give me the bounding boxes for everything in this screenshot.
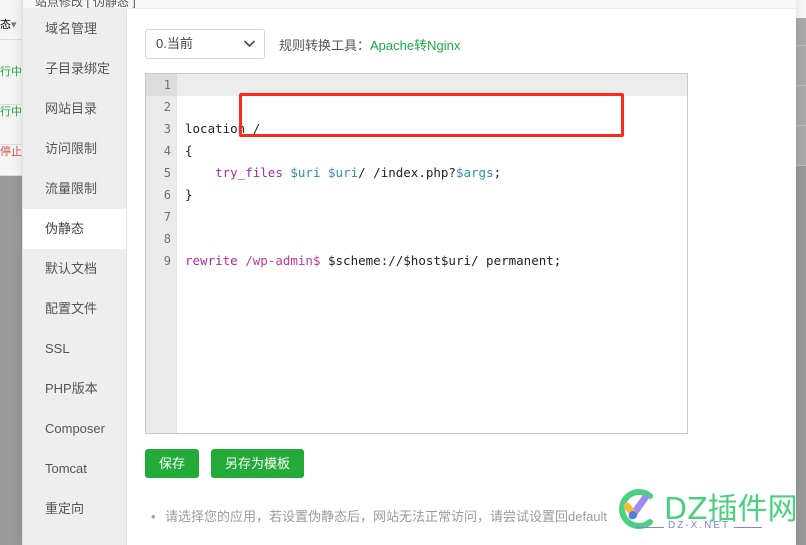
converter-label-text: 规则转换工具： (279, 37, 371, 53)
site-settings-dialog: 站点修改 [ 伪静态 ] 域名管理子目录绑定网站目录访问限制流量限制伪静态默认文… (22, 0, 796, 545)
code-line[interactable]: 6} (146, 184, 687, 206)
sidebar-item-9[interactable]: PHP版本 (23, 369, 126, 409)
code-token: $scheme://$host$uri/ permanent; (320, 253, 562, 268)
chevron-down-glyph (244, 40, 255, 47)
background-row-header-text: 态 (0, 19, 11, 31)
sidebar-item-label: 子目录绑定 (45, 61, 111, 76)
modal-backdrop-left (0, 176, 22, 545)
code-line[interactable]: 5 try_files $uri $uri/ /index.php?$args; (146, 162, 687, 184)
code-line[interactable]: 1 (146, 74, 687, 96)
sidebar-item-label: 重定向 (45, 501, 85, 516)
line-number: 8 (163, 232, 171, 246)
sidebar-item-6[interactable]: 默认文档 (23, 249, 126, 289)
sidebar-item-3[interactable]: 访问限制 (23, 129, 126, 169)
code-line[interactable]: 8 (146, 228, 687, 250)
status-text: 行中 (0, 66, 22, 78)
line-number: 7 (163, 210, 171, 224)
background-row-status: 行中 (0, 105, 22, 145)
code-line[interactable]: 3 location / (146, 118, 687, 140)
rule-preset-select[interactable]: 0.当前 (145, 29, 265, 59)
converter-label: 规则转换工具：Apache转Nginx (279, 35, 460, 54)
line-number: 2 (163, 100, 171, 114)
sidebar-item-10[interactable]: Composer (23, 409, 126, 449)
line-number: 1 (146, 74, 177, 96)
screen-root: 态▾ 行中 行中 停止 站点修改 [ 伪静态 ] 域名管理子目录绑定网站目录访问… (0, 0, 806, 545)
sidebar-item-label: Tomcat (45, 461, 87, 476)
sidebar-item-label: 域名管理 (45, 21, 98, 36)
code-token: / /index.php? (358, 165, 456, 180)
code-line-text: { (185, 140, 193, 162)
code-token: $uri (290, 165, 321, 180)
line-number: 5 (163, 166, 171, 180)
code-line[interactable]: 2 (146, 96, 687, 118)
backdrop-right-segment (795, 46, 806, 86)
sidebar-item-7[interactable]: 配置文件 (23, 289, 126, 329)
sidebar-item-label: 伪静态 (45, 221, 85, 236)
sidebar-item-label: SSL (45, 341, 70, 356)
status-text: 行中 (0, 106, 22, 118)
background-row-status: 行中 (0, 65, 22, 105)
sidebar-item-4[interactable]: 流量限制 (23, 169, 126, 209)
code-line[interactable]: 4{ (146, 140, 687, 162)
sidebar-item-label: 默认文档 (45, 261, 98, 276)
dialog-content: 0.当前 规则转换工具：Apache转Nginx 1 2 3 location /4{… (127, 9, 796, 545)
backdrop-right-segment (795, 86, 806, 126)
code-token: try_files (215, 165, 283, 180)
code-line[interactable]: 9 rewrite /wp-admin$ $scheme://$host$uri/… (146, 250, 687, 272)
code-token: /wp-admin$ (245, 253, 321, 268)
code-line[interactable]: 7 (146, 206, 687, 228)
backdrop-right-segment (795, 126, 806, 166)
dialog-sidebar: 域名管理子目录绑定网站目录访问限制流量限制伪静态默认文档配置文件 SSL PHP版本… (23, 9, 127, 545)
sidebar-item-label: 网站目录 (45, 101, 98, 116)
backdrop-right-segment (795, 18, 806, 46)
sidebar-item-1[interactable]: 子目录绑定 (23, 49, 126, 89)
sidebar-item-label: 访问限制 (45, 141, 98, 156)
line-number: 3 (163, 122, 171, 136)
sidebar-item-2[interactable]: 网站目录 (23, 89, 126, 129)
code-token: $uri (328, 165, 359, 180)
dialog-title: 站点修改 [ 伪静态 ] (23, 0, 796, 9)
code-token: rewrite (185, 253, 238, 268)
chevron-down-icon: ▾ (11, 19, 17, 31)
hint-item: 请选择您的应用，若设置伪静态后，网站无法正常访问，请尝试设置回default (149, 506, 769, 528)
background-row-header: 态▾ (0, 18, 22, 40)
sidebar-item-0[interactable]: 域名管理 (23, 9, 126, 49)
save-as-template-button[interactable]: 另存为模板 (211, 449, 305, 478)
editor-toolbar: 0.当前 规则转换工具：Apache转Nginx (145, 29, 460, 59)
sidebar-item-label: 配置文件 (45, 301, 98, 316)
code-line-text: } (185, 184, 193, 206)
code-token: $args (455, 165, 494, 180)
code-line-text: location / (185, 118, 260, 140)
sidebar-item-11[interactable]: Tomcat (23, 449, 126, 489)
line-number: 4 (163, 144, 171, 158)
editor-hints: 请选择您的应用，若设置伪静态后，网站无法正常访问，请尝试设置回default (149, 506, 769, 528)
background-row-status: 停止 (0, 145, 22, 176)
status-text: 停止 (0, 146, 22, 158)
save-button[interactable]: 保存 (145, 449, 200, 478)
code-line-text: try_files $uri $uri/ /index.php?$args; (185, 162, 501, 184)
chevron-down-icon (244, 30, 255, 58)
sidebar-item-5[interactable]: 伪静态 (23, 209, 126, 249)
pseudo-static-code-editor[interactable]: 1 2 3 location /4{5 try_files $uri $uri/ /i… (145, 73, 688, 434)
code-token: location / (185, 121, 261, 136)
backdrop-right-top (795, 0, 806, 18)
sidebar-item-12[interactable]: 重定向 (23, 489, 126, 529)
apache-to-nginx-link[interactable]: Apache转Nginx (370, 38, 460, 53)
rule-preset-select-value: 0.当前 (156, 36, 193, 51)
sidebar-item-label: Composer (45, 421, 105, 436)
code-token: { (185, 143, 193, 158)
sidebar-item-label: PHP版本 (45, 381, 98, 396)
code-token: } (185, 187, 193, 202)
code-token: ; (493, 165, 502, 180)
sidebar-item-8[interactable]: SSL (23, 329, 126, 369)
editor-code-area[interactable]: 1 2 3 location /4{5 try_files $uri $uri/ /i… (146, 74, 687, 433)
code-line-text: rewrite /wp-admin$ $scheme://$host$uri/ … (185, 250, 561, 272)
editor-action-buttons: 保存 另存为模板 (145, 449, 305, 478)
sidebar-item-label: 流量限制 (45, 181, 98, 196)
line-number: 6 (163, 188, 171, 202)
line-number: 9 (163, 254, 171, 268)
